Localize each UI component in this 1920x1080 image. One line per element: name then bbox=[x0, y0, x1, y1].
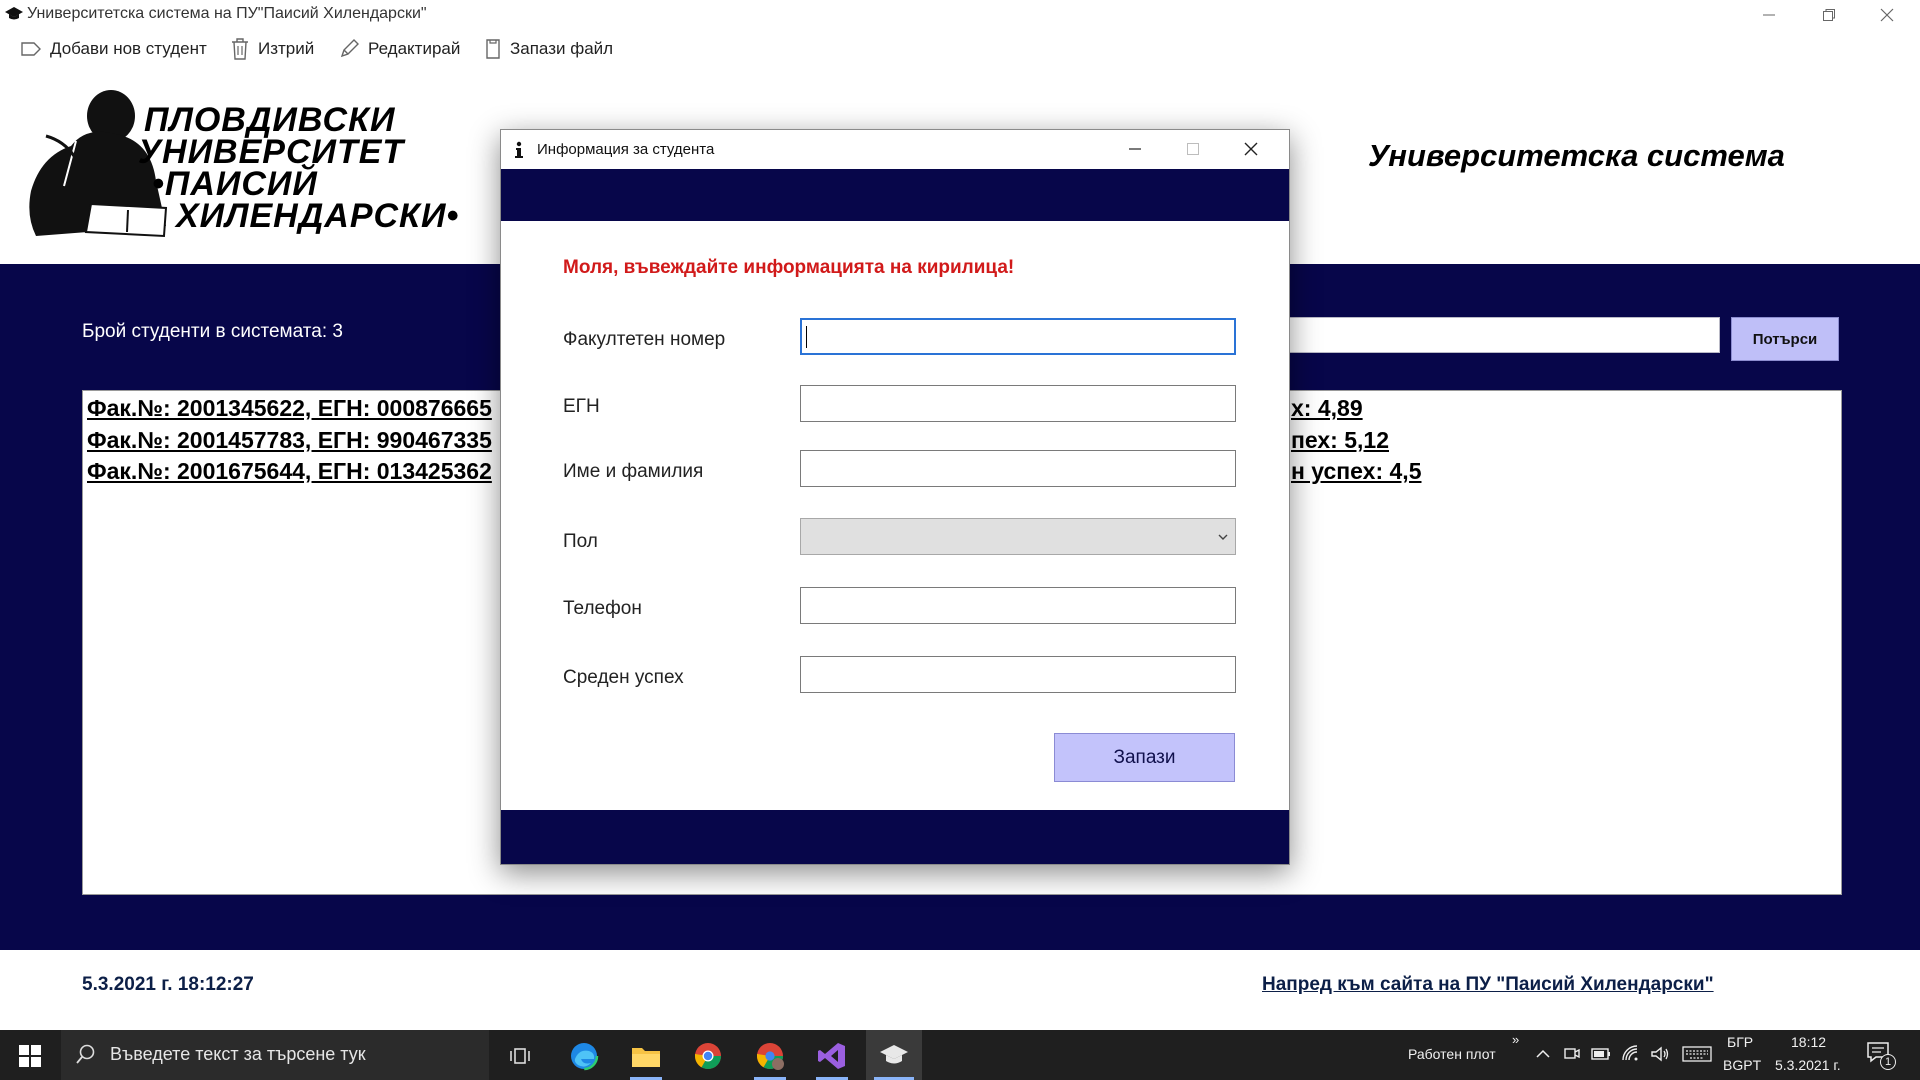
visual-studio-app[interactable] bbox=[812, 1036, 852, 1080]
minimize-icon bbox=[1763, 14, 1775, 15]
student-info-dialog: Информация за студента Моля, въвеждайте … bbox=[500, 129, 1290, 865]
battery-icon[interactable] bbox=[1591, 1047, 1611, 1061]
document-icon bbox=[486, 39, 500, 59]
logo-line: УНИВЕРСИТЕТ bbox=[138, 133, 405, 171]
delete-label: Изтрий bbox=[258, 39, 315, 58]
student-list-item-tail[interactable]: пех: 5,12 bbox=[1291, 427, 1389, 454]
student-list-item[interactable]: Фак.№: 2001345622, ЕГН: 000876665 bbox=[87, 395, 492, 422]
student-list-item[interactable]: Фак.№: 2001675644, ЕГН: 013425362 bbox=[87, 458, 492, 485]
tag-icon bbox=[21, 42, 41, 56]
faculty-number-label: Факултетен номер bbox=[563, 329, 726, 350]
close-icon bbox=[1880, 8, 1894, 21]
gpa-input[interactable] bbox=[800, 656, 1236, 693]
minimize-icon bbox=[1129, 148, 1141, 150]
folder-icon bbox=[632, 1048, 660, 1067]
meet-now-icon[interactable] bbox=[1563, 1045, 1581, 1063]
wifi-icon[interactable] bbox=[1621, 1044, 1641, 1064]
desktop-toolbar-chevron[interactable]: » bbox=[1512, 1032, 1519, 1047]
windows-logo-icon bbox=[19, 1045, 41, 1067]
chrome-app[interactable] bbox=[688, 1036, 728, 1076]
university-site-link[interactable]: Напред към сайта на ПУ "Паисий Хилендарс… bbox=[1262, 974, 1714, 996]
edit-label: Редактирай bbox=[368, 39, 461, 58]
visual-studio-icon bbox=[818, 1043, 845, 1069]
student-list-item-tail[interactable]: х: 4,89 bbox=[1291, 395, 1363, 422]
student-list-item-tail[interactable]: н успех: 4,5 bbox=[1291, 458, 1422, 485]
graduation-cap-icon bbox=[5, 7, 23, 20]
university-app-taskbar-item[interactable] bbox=[866, 1030, 922, 1080]
restore-button[interactable] bbox=[1800, 0, 1858, 29]
phone-label: Телефон bbox=[563, 598, 642, 619]
full-name-label: Име и фамилия bbox=[563, 461, 704, 482]
footer-datetime: 5.3.2021 г. 18:12:27 bbox=[82, 974, 254, 995]
file-explorer-app[interactable] bbox=[626, 1036, 666, 1080]
window-title: Университетска система на ПУ"Паисий Хиле… bbox=[27, 5, 427, 22]
student-count-label: Брой студенти в системата: 3 bbox=[82, 321, 343, 342]
close-icon bbox=[1244, 142, 1258, 156]
text-caret bbox=[806, 326, 807, 348]
dialog-title: Информация за студента bbox=[537, 141, 715, 158]
info-icon bbox=[515, 141, 523, 158]
maximize-icon bbox=[1187, 143, 1199, 155]
logo-line: ПЛОВДИВСКИ bbox=[144, 101, 396, 139]
phone-input[interactable] bbox=[800, 587, 1236, 624]
task-view-button[interactable] bbox=[500, 1036, 540, 1076]
input-language[interactable]: БГР bbox=[1727, 1034, 1753, 1050]
start-button[interactable] bbox=[10, 1040, 50, 1072]
clock-date[interactable]: 5.3.2021 г. bbox=[1775, 1057, 1841, 1073]
close-button[interactable] bbox=[1858, 0, 1916, 29]
chrome-profile-icon bbox=[756, 1043, 784, 1070]
clock-time[interactable]: 18:12 bbox=[1791, 1034, 1826, 1050]
search-input[interactable] bbox=[1230, 317, 1720, 353]
add-student-button[interactable]: Добави нов студент bbox=[20, 36, 207, 62]
search-icon bbox=[76, 1044, 95, 1064]
keyboard-icon[interactable] bbox=[1682, 1046, 1712, 1062]
restore-icon bbox=[1823, 8, 1835, 21]
add-student-label: Добави нов студент bbox=[50, 39, 207, 58]
graduation-cap-icon bbox=[880, 1045, 908, 1064]
dialog-header-band bbox=[501, 169, 1289, 221]
egn-input[interactable] bbox=[800, 385, 1236, 422]
keyboard-layout[interactable]: BGPT bbox=[1723, 1057, 1761, 1073]
logo-line: •ПАИСИЙ bbox=[152, 165, 318, 203]
faculty-number-input[interactable] bbox=[800, 318, 1236, 355]
cyrillic-warning: Моля, въвеждайте информацията на кирилиц… bbox=[563, 257, 1015, 278]
delete-button[interactable]: Изтрий bbox=[230, 36, 314, 62]
edge-browser-icon bbox=[569, 1041, 599, 1071]
chevron-down-icon bbox=[1218, 534, 1228, 540]
dialog-maximize-button bbox=[1165, 134, 1221, 164]
search-button[interactable]: Потърси bbox=[1731, 317, 1839, 361]
volume-icon[interactable] bbox=[1650, 1045, 1670, 1063]
dialog-minimize-button[interactable] bbox=[1107, 134, 1163, 164]
save-file-button[interactable]: Запази файл bbox=[484, 36, 613, 62]
trash-icon bbox=[232, 38, 248, 60]
system-title: Университетска система bbox=[1368, 138, 1785, 173]
university-logo: ПЛОВДИВСКИ УНИВЕРСИТЕТ •ПАИСИЙ ХИЛЕНДАРС… bbox=[16, 86, 466, 246]
logo-text: ПЛОВДИВСКИ УНИВЕРСИТЕТ •ПАИСИЙ ХИЛЕНДАРС… bbox=[138, 101, 460, 235]
chrome-icon bbox=[694, 1043, 722, 1070]
show-hidden-icons-icon[interactable] bbox=[1535, 1048, 1551, 1060]
dialog-close-button[interactable] bbox=[1223, 134, 1279, 164]
full-name-input[interactable] bbox=[800, 450, 1236, 487]
desktop-label[interactable]: Работен плот bbox=[1408, 1046, 1496, 1062]
edge-app[interactable] bbox=[564, 1036, 604, 1076]
task-view-icon bbox=[510, 1048, 530, 1064]
notification-count-badge: 1 bbox=[1880, 1054, 1896, 1070]
save-file-label: Запази файл bbox=[510, 39, 614, 58]
gender-label: Пол bbox=[563, 531, 598, 552]
egn-label: ЕГН bbox=[563, 396, 600, 417]
minimize-button[interactable] bbox=[1740, 0, 1798, 29]
logo-line: ХИЛЕНДАРСКИ• bbox=[176, 197, 460, 235]
dialog-footer-band bbox=[501, 810, 1289, 864]
edit-button[interactable]: Редактирай bbox=[338, 36, 460, 62]
gender-select[interactable] bbox=[800, 518, 1236, 555]
notifications-button[interactable]: 1 bbox=[1866, 1040, 1900, 1070]
dialog-save-button[interactable]: Запази bbox=[1054, 733, 1235, 782]
student-list-item[interactable]: Фак.№: 2001457783, ЕГН: 990467335 bbox=[87, 427, 492, 454]
chrome-profile-app[interactable] bbox=[750, 1036, 790, 1080]
taskbar-search-placeholder: Въведете текст за търсене тук bbox=[110, 1044, 366, 1064]
gpa-label: Среден успех bbox=[563, 667, 684, 688]
pencil-icon bbox=[340, 39, 359, 58]
